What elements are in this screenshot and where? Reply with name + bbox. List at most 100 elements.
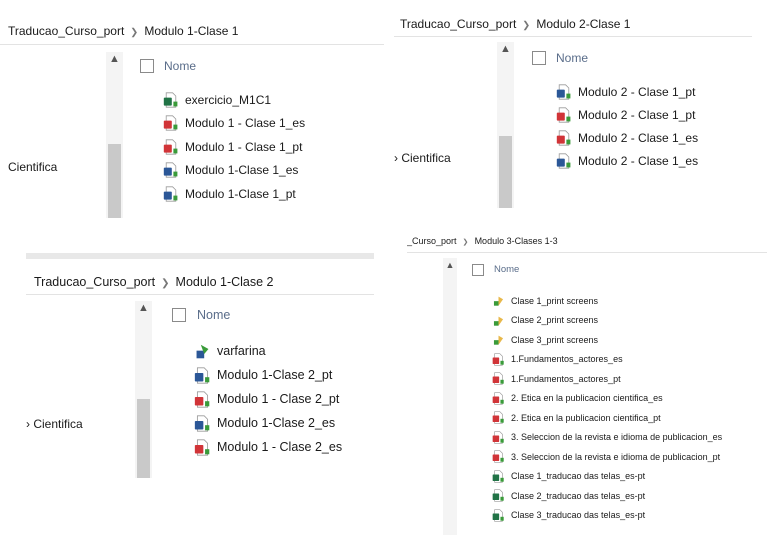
breadcrumb-item-current[interactable]: Modulo 1-Clase 2 [176, 275, 274, 289]
pdf-doc-icon [492, 372, 505, 385]
scrollbar-thumb[interactable] [108, 144, 121, 218]
explorer-window-modulo-1-clase-1: Traducao_Curso_port ❯ Modulo 1-Clase 1 Cie… [0, 0, 384, 218]
file-row[interactable]: Modulo 1-Clase 2_pt [194, 363, 342, 387]
select-all-checkbox[interactable] [140, 59, 154, 73]
file-name: Modulo 1-Clase 1_pt [185, 186, 296, 201]
word-doc-icon [556, 83, 572, 100]
file-name: 2. Etica en la publicacion cientifica_es [511, 393, 663, 404]
file-name: Modulo 2 - Clase 1_pt [578, 84, 696, 99]
pdf-doc-icon [163, 115, 179, 131]
column-header-name[interactable]: Nome [164, 59, 196, 73]
file-name: Clase 1_traducao das telas_es-pt [511, 471, 646, 482]
file-row[interactable]: Clase 1_traducao das telas_es-pt [492, 467, 722, 487]
window-top-edge [26, 253, 374, 259]
address-bar-divider [407, 252, 767, 253]
file-row[interactable]: 3. Seleccion de la revista e idioma de p… [492, 428, 722, 448]
column-header-name[interactable]: Nome [197, 308, 230, 322]
address-bar-divider [0, 44, 384, 45]
explorer-window-modulo-2-clase-1: Traducao_Curso_port ❯ Modulo 2-Clase 1 › C… [394, 12, 752, 208]
file-row[interactable]: Modulo 2 - Clase 1_pt [556, 80, 698, 103]
excel-doc-icon [163, 92, 179, 108]
file-row[interactable]: 1.Fundamentos_actores_es [492, 350, 722, 370]
scrollbar[interactable]: ▲ [443, 258, 457, 535]
file-row[interactable]: Modulo 2 - Clase 1_es [556, 149, 698, 172]
file-row[interactable]: 2. Etica en la publicacion cientifica_pt [492, 408, 722, 428]
shortcut-icon [194, 343, 211, 360]
breadcrumb-item-root[interactable]: Traducao_Curso_port [8, 24, 124, 38]
file-row[interactable]: Modulo 1-Clase 1_es [163, 159, 305, 183]
pdf-doc-icon [556, 129, 572, 146]
pdf-doc-icon [194, 390, 211, 408]
file-name: Modulo 1 - Clase 1_es [185, 116, 306, 131]
scrollbar[interactable]: ▲ [106, 52, 123, 218]
excel-doc-icon [492, 470, 505, 483]
folder-icon [492, 314, 505, 327]
file-name: Clase 3_print screens [511, 334, 599, 345]
chevron-right-icon: ❯ [462, 237, 469, 246]
scrollbar[interactable]: ▲ [497, 42, 514, 208]
column-header-name[interactable]: Nome [494, 264, 519, 275]
scrollbar-thumb[interactable] [499, 136, 512, 208]
file-name: Clase 3_traducao das telas_es-pt [511, 510, 646, 521]
file-row[interactable]: Modulo 1-Clase 1_pt [163, 182, 305, 206]
file-row[interactable]: Modulo 2 - Clase 1_pt [556, 103, 698, 126]
file-name: 1.Fundamentos_actores_pt [511, 373, 621, 384]
file-row[interactable]: Modulo 1-Clase 2_es [194, 411, 342, 435]
file-name: Modulo 1-Clase 2_es [217, 416, 336, 430]
file-row[interactable]: exercicio_M1C1 [163, 88, 305, 112]
select-all-checkbox[interactable] [172, 308, 186, 322]
file-row[interactable]: Modulo 1 - Clase 2_pt [194, 387, 342, 411]
file-name: 1.Fundamentos_actores_es [511, 354, 623, 365]
scroll-up-icon[interactable]: ▲ [135, 303, 152, 314]
breadcrumb-item-current[interactable]: Modulo 3-Clases 1-3 [475, 236, 558, 246]
chevron-right-icon: ❯ [130, 27, 139, 38]
pdf-doc-icon [492, 353, 505, 366]
file-row[interactable]: varfarina [194, 339, 342, 363]
file-name: 3. Seleccion de la revista e idioma de p… [511, 451, 721, 462]
breadcrumb-item-root[interactable]: Traducao_Curso_port [400, 17, 516, 31]
breadcrumb: Traducao_Curso_port ❯ Modulo 1-Clase 2 [34, 275, 274, 289]
scroll-up-icon[interactable]: ▲ [443, 260, 457, 271]
word-doc-icon [163, 162, 179, 178]
nav-item-cientifica[interactable]: Cientifica [8, 160, 57, 174]
file-row[interactable]: Clase 1_print screens [492, 291, 722, 311]
file-row[interactable]: Clase 3_traducao das telas_es-pt [492, 506, 722, 526]
file-row[interactable]: 2. Etica en la publicacion cientifica_es [492, 389, 722, 409]
nav-item-cientifica[interactable]: › Cientifica [26, 417, 83, 431]
file-row[interactable]: Modulo 2 - Clase 1_es [556, 126, 698, 149]
breadcrumb: Traducao_Curso_port ❯ Modulo 1-Clase 1 [8, 24, 238, 38]
breadcrumb-item-current[interactable]: Modulo 2-Clase 1 [536, 17, 630, 31]
file-name: Modulo 2 - Clase 1_pt [578, 107, 696, 122]
word-doc-icon [194, 366, 211, 384]
select-all-checkbox[interactable] [532, 51, 546, 65]
excel-doc-icon [492, 489, 505, 502]
file-name: 3. Seleccion de la revista e idioma de p… [511, 432, 723, 443]
breadcrumb-item-root[interactable]: Traducao_Curso_port [34, 275, 155, 289]
pdf-doc-icon [492, 450, 505, 463]
explorer-window-modulo-1-clase-2: Traducao_Curso_port ❯ Modulo 1-Clase 2 › C… [26, 253, 374, 478]
file-row[interactable]: Clase 3_print screens [492, 330, 722, 350]
excel-doc-icon [492, 509, 505, 522]
word-doc-icon [556, 152, 572, 169]
file-row[interactable]: Clase 2_traducao das telas_es-pt [492, 486, 722, 506]
file-row[interactable]: Clase 2_print screens [492, 311, 722, 331]
pdf-doc-icon [492, 411, 505, 424]
select-all-checkbox[interactable] [472, 264, 484, 276]
scrollbar[interactable]: ▲ [135, 301, 152, 478]
file-name: Modulo 1 - Clase 1_pt [185, 139, 303, 154]
file-row[interactable]: Modulo 1 - Clase 1_pt [163, 135, 305, 159]
file-name: Clase 1_print screens [511, 295, 599, 306]
column-header-name[interactable]: Nome [556, 51, 588, 65]
folder-icon [492, 294, 505, 307]
file-row[interactable]: 1.Fundamentos_actores_pt [492, 369, 722, 389]
breadcrumb-item-current[interactable]: Modulo 1-Clase 1 [144, 24, 238, 38]
nav-item-cientifica[interactable]: › Cientifica [394, 151, 451, 165]
scroll-up-icon[interactable]: ▲ [497, 44, 514, 55]
file-list: varfarina Modulo 1-Clase 2_pt Modulo 1 - C… [194, 339, 342, 459]
scrollbar-thumb[interactable] [137, 399, 150, 478]
file-row[interactable]: Modulo 1 - Clase 2_es [194, 435, 342, 459]
breadcrumb-item-root[interactable]: _Curso_port [407, 236, 457, 246]
scroll-up-icon[interactable]: ▲ [106, 54, 123, 65]
file-row[interactable]: Modulo 1 - Clase 1_es [163, 112, 305, 136]
file-row[interactable]: 3. Seleccion de la revista e idioma de p… [492, 447, 722, 467]
